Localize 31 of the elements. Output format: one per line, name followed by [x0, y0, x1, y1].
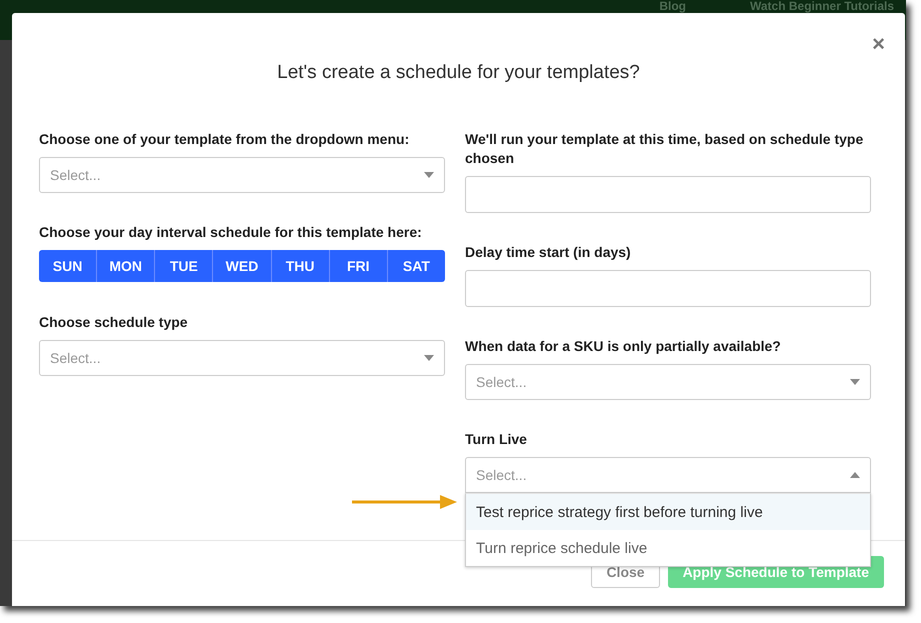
caret-icon	[424, 172, 434, 178]
modal-title: Let's create a schedule for your templates?	[277, 62, 640, 84]
day-toggle[interactable]: FRI	[330, 250, 388, 282]
field-label: Choose your day interval schedule for this template here:	[39, 223, 423, 242]
select-field[interactable]: Select...	[39, 157, 445, 193]
day-toggle[interactable]: MON	[97, 250, 156, 282]
day-toggle[interactable]: WED	[213, 250, 272, 282]
day-toggle[interactable]: SUN	[39, 250, 98, 282]
input-field[interactable]	[465, 270, 871, 307]
field-label: Turn Live	[465, 430, 528, 449]
field-label: We'll run your template at this time, based on schedule type chosen	[465, 130, 864, 168]
dropdown-option[interactable]: Turn reprice schedule live	[466, 530, 870, 566]
day-toggle[interactable]: TUE	[155, 250, 214, 282]
arrow-icon	[352, 494, 458, 510]
field-label: When data for a SKU is only partially available?	[465, 337, 782, 356]
close-icon[interactable]: ×	[872, 31, 885, 57]
field-label: Choose schedule type	[39, 313, 189, 332]
day-toggle[interactable]: THU	[272, 250, 330, 282]
caret-icon	[424, 355, 434, 361]
field-label: Delay time start (in days)	[465, 243, 632, 262]
dropdown-option[interactable]: Test reprice strategy first before turning live	[466, 494, 870, 530]
select-field[interactable]: Select...	[39, 340, 445, 376]
select-field[interactable]: Select...	[465, 457, 871, 493]
nav-link[interactable]: Watch Beginner Tutorials	[750, 0, 894, 13]
caret-icon	[850, 472, 860, 478]
day-toggle[interactable]: SAT	[388, 250, 445, 282]
select-field[interactable]: Select...	[465, 364, 871, 400]
input-field[interactable]	[465, 176, 871, 213]
caret-icon	[850, 379, 860, 385]
nav-link[interactable]: Blog	[659, 0, 686, 13]
field-label: Choose one of your template from the dropdown menu:	[39, 130, 410, 149]
